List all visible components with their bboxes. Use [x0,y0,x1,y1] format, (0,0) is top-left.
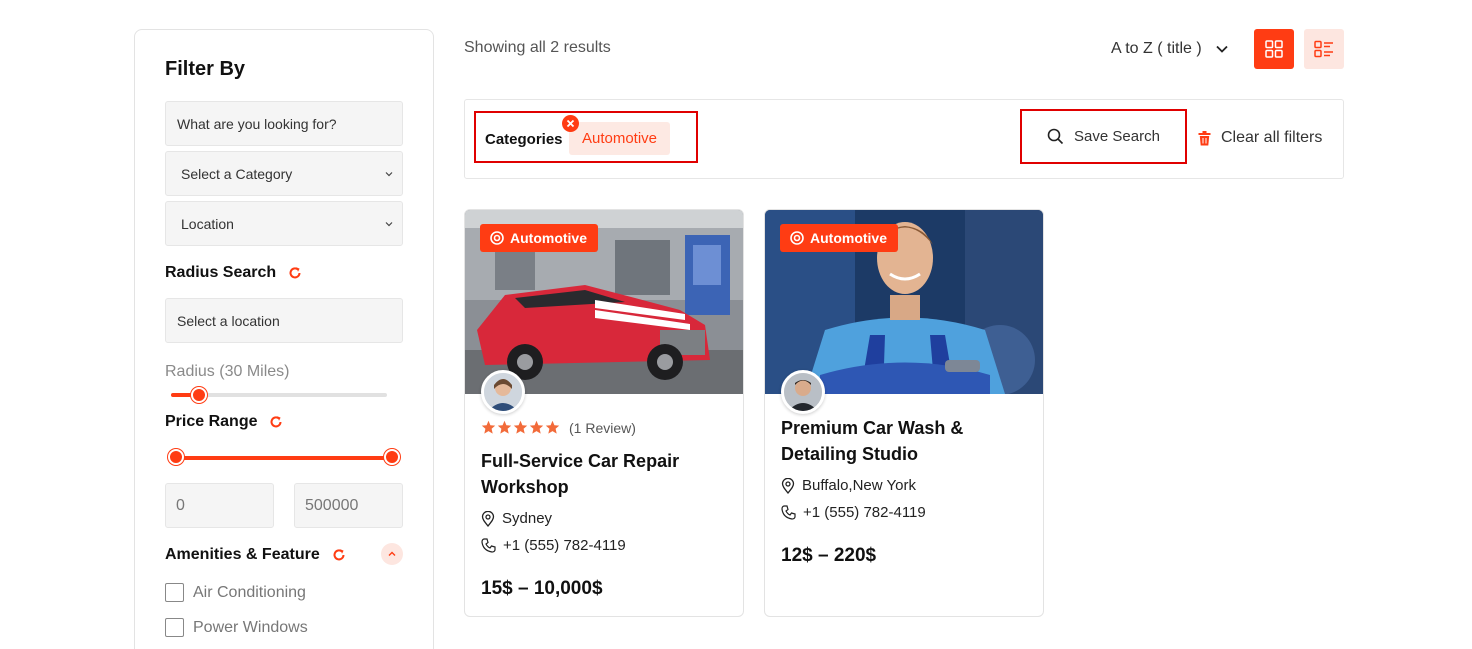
reset-icon[interactable] [269,415,283,429]
rating-stars [481,420,560,435]
chip-label: Automotive [581,130,658,147]
price-min-input[interactable]: 0 [165,483,274,528]
listing-image[interactable]: Automotive [465,210,743,394]
target-icon [490,231,504,245]
trash-icon [1198,130,1211,145]
listing-title[interactable]: Full-Service Car Repair Workshop [481,448,731,500]
price-min-value: 0 [176,496,185,514]
radius-label: Radius (30 Miles) [165,363,290,380]
price-slider-max-handle[interactable] [384,449,400,465]
clear-all-filters-button[interactable]: Clear all filters [1198,129,1322,147]
price-range-title: Price Range [165,413,258,430]
category-badge[interactable]: Automotive [480,224,598,252]
checkbox[interactable] [165,583,184,602]
checkbox[interactable] [165,618,184,637]
listing-phone[interactable]: +1 (555) 782-4119 [781,504,926,521]
phone-icon [481,538,496,553]
listing-image[interactable]: Automotive [765,210,1043,394]
radius-search-heading: Radius Search [165,264,302,282]
map-pin-icon [481,510,495,527]
price-max-value: 500000 [305,496,359,514]
badge-label: Automotive [810,230,887,246]
location-select[interactable]: Location [165,201,403,246]
star-icon [529,420,544,434]
listing-phone[interactable]: +1 (555) 782-4119 [481,537,626,554]
amenities-collapse-button[interactable] [381,543,403,565]
active-filter-chip[interactable]: Automotive [569,122,670,155]
search-input-placeholder: What are you looking for? [177,115,337,132]
location-select-value: Location [181,215,234,232]
reset-icon[interactable] [288,266,302,280]
grid-view-button[interactable] [1254,29,1294,69]
list-icon [1314,40,1333,58]
filter-sidebar: Filter By What are you looking for? Sele… [134,29,434,649]
category-select[interactable]: Select a Category [165,151,403,196]
star-icon [497,420,512,434]
star-icon [513,420,528,434]
grid-icon [1265,40,1283,58]
category-select-value: Select a Category [181,165,293,182]
chevron-up-icon [388,551,396,556]
categories-label: Categories [485,131,563,148]
author-avatar[interactable] [781,370,825,414]
active-filter-bar: Categories Automotive Save Search Clear … [464,99,1344,179]
listing-price: 15$ – 10,000$ [481,578,603,599]
amenities-title: Amenities & Feature [165,546,320,563]
results-count: Showing all 2 results [464,39,611,56]
radius-location-input[interactable]: Select a location [165,298,403,343]
listing-page: Filter By What are you looking for? Sele… [0,0,1472,649]
avatar-image [784,373,822,411]
listing-card[interactable]: Automotive (1 Review) Full-Service Car R… [464,209,744,617]
amenity-label: Power Windows [193,618,308,636]
save-search-label: Save Search [1074,128,1160,145]
location-text: Sydney [502,510,553,527]
price-range-heading: Price Range [165,413,283,431]
chevron-down-icon [385,222,393,227]
save-search-button[interactable]: Save Search [1020,109,1187,164]
map-pin-icon [781,477,795,494]
sort-label: A to Z ( title ) [1111,40,1202,57]
radius-search-title: Radius Search [165,264,277,281]
category-badge[interactable]: Automotive [780,224,898,252]
amenity-power-windows[interactable]: Power Windows [165,618,308,637]
listing-price: 12$ – 220$ [781,545,877,566]
amenities-heading: Amenities & Feature [165,546,346,564]
radius-location-placeholder: Select a location [177,312,280,329]
amenity-air-conditioning[interactable]: Air Conditioning [165,583,306,602]
close-icon [566,119,575,128]
listing-location: Sydney [481,510,552,527]
listing-card[interactable]: Automotive Premium Car Wash & Detailing … [764,209,1044,617]
radius-slider-handle[interactable] [191,387,208,403]
chevron-down-icon [1216,45,1228,53]
avatar-image [484,373,522,411]
target-icon [790,231,804,245]
location-text: Buffalo,New York [802,477,916,494]
star-icon [545,420,560,434]
search-icon [1047,128,1064,145]
review-count[interactable]: (1 Review) [569,420,636,436]
price-slider-track[interactable] [175,456,395,460]
search-input[interactable]: What are you looking for? [165,101,403,146]
phone-text: +1 (555) 782-4119 [803,504,926,521]
sidebar-title: Filter By [165,58,246,80]
phone-text: +1 (555) 782-4119 [503,537,626,554]
remove-filter-button[interactable] [562,115,579,132]
phone-icon [781,505,796,520]
sort-dropdown[interactable]: A to Z ( title ) [1111,40,1228,58]
list-view-button[interactable] [1304,29,1344,69]
listing-location: Buffalo,New York [781,477,916,494]
listing-title[interactable]: Premium Car Wash & Detailing Studio [781,415,1031,467]
reset-icon[interactable] [332,548,346,562]
price-max-input[interactable]: 500000 [294,483,403,528]
author-avatar[interactable] [481,370,525,414]
amenity-label: Air Conditioning [193,583,306,601]
clear-filters-label: Clear all filters [1221,129,1323,146]
price-slider-min-handle[interactable] [168,449,184,465]
chevron-down-icon [385,172,393,177]
badge-label: Automotive [510,230,587,246]
star-icon [481,420,496,434]
